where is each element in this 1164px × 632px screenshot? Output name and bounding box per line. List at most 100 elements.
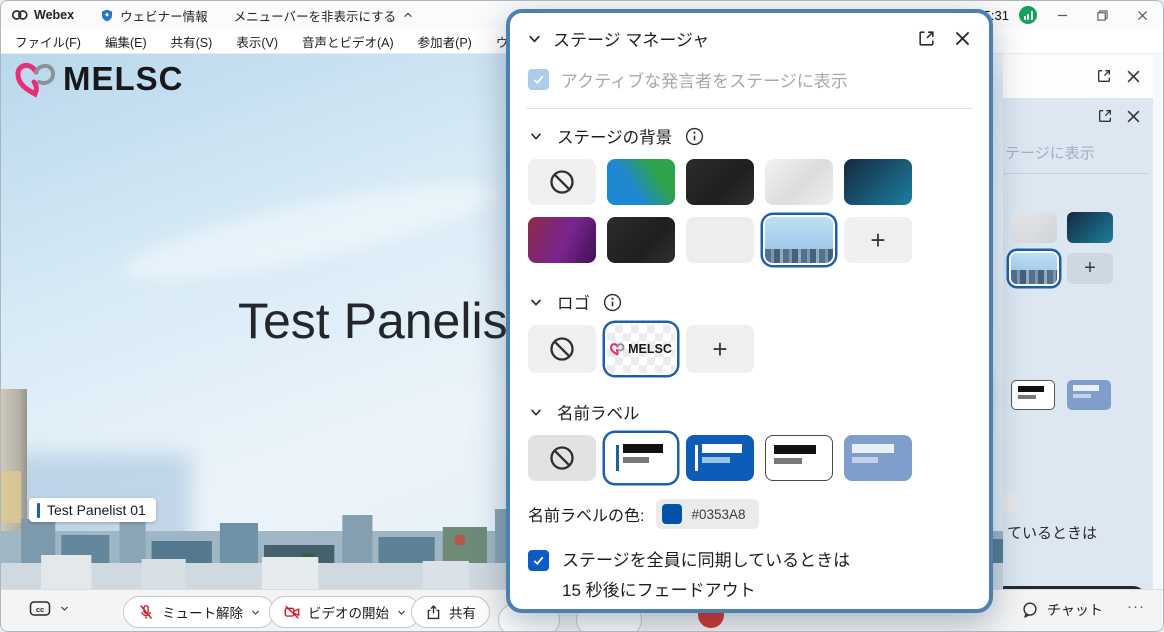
- bg-thumb-deepblue[interactable]: [844, 159, 912, 205]
- stage-brand-text: MELSC: [63, 60, 184, 98]
- melsc-heart-icon: [15, 59, 57, 99]
- dialog-header: ステージ マネージャ: [510, 13, 989, 57]
- chevron-down-icon: [59, 603, 70, 614]
- start-video-button[interactable]: ビデオの開始: [269, 596, 421, 628]
- chevron-down-icon[interactable]: [528, 404, 544, 420]
- docked-panel-header: [1003, 98, 1153, 134]
- bg-thumb-light[interactable]: [1011, 212, 1057, 243]
- logo-thumb-melsc-selected[interactable]: MELSC: [607, 325, 675, 373]
- logo-section-header: ロゴ: [510, 275, 989, 325]
- background-section-title: ステージの背景: [557, 124, 672, 148]
- share-button[interactable]: 共有: [411, 596, 490, 628]
- bg-thumb-deepblue[interactable]: [1067, 212, 1113, 243]
- unmute-button[interactable]: ミュート解除: [123, 596, 275, 628]
- menu-view[interactable]: 表示(V): [236, 32, 278, 51]
- menu-audio-video[interactable]: 音声とビデオ(A): [302, 32, 394, 51]
- chat-bubble-icon: [1021, 601, 1039, 619]
- bg-thumb-light-wave[interactable]: [765, 159, 833, 205]
- chevron-down-icon[interactable]: [250, 607, 261, 618]
- bg-thumb-purple[interactable]: [528, 217, 596, 263]
- chevron-down-icon[interactable]: [396, 607, 407, 618]
- name-label-style-2[interactable]: [686, 435, 754, 481]
- name-label-color-chip[interactable]: #0353A8: [656, 499, 758, 529]
- info-icon[interactable]: [685, 127, 704, 146]
- popout-icon[interactable]: [1096, 68, 1112, 84]
- chat-button[interactable]: チャット: [1021, 600, 1103, 620]
- app-name: Webex: [34, 8, 74, 22]
- app-window: Webex ウェビナー情報 メニューバーを非表示にする 05:31 ファイル(F…: [0, 0, 1164, 632]
- melsc-heart-icon: [610, 342, 625, 356]
- bg-thumb-city-selected[interactable]: [765, 217, 833, 263]
- menu-share[interactable]: 共有(S): [171, 32, 213, 51]
- bg-thumb-blue-green[interactable]: [607, 159, 675, 205]
- restore-button[interactable]: [1087, 3, 1117, 27]
- stage-manager-dialog: ステージ マネージャ アクティブな発言者をステージに表示 ステージの背景: [506, 9, 993, 613]
- bg-thumb-black[interactable]: [607, 217, 675, 263]
- docked-background-thumbs: +: [1003, 174, 1123, 284]
- webinar-info-button[interactable]: ウェビナー情報: [100, 6, 208, 25]
- speaker-name-text: Test Panelist: [238, 292, 521, 350]
- add-background-button[interactable]: +: [844, 217, 912, 263]
- start-video-label: ビデオの開始: [308, 602, 389, 622]
- window-right-margin: [1153, 54, 1164, 589]
- active-speaker-checkbox[interactable]: [528, 69, 549, 90]
- color-chip-fragment: [1003, 494, 1019, 511]
- hide-menubar-button[interactable]: メニューバーを非表示にする: [234, 6, 415, 25]
- logo-thumbs-row: MELSC +: [510, 325, 989, 385]
- share-label: 共有: [449, 602, 476, 622]
- closed-captions-icon: cc: [29, 600, 51, 617]
- bg-thumb-none[interactable]: [528, 159, 596, 205]
- side-panel-column: テージに表示 + ているときは ステージを全員に同期: [1003, 54, 1153, 589]
- dialog-title: ステージ マネージャ: [553, 26, 917, 51]
- logo-section-title: ロゴ: [557, 290, 590, 314]
- background-section-header: ステージの背景: [510, 109, 989, 159]
- name-label-style-3[interactable]: [765, 435, 833, 481]
- name-label-accent-bar: [37, 503, 40, 518]
- close-icon[interactable]: [1126, 69, 1141, 84]
- stage-manager-docked-panel: テージに表示 + ているときは ステージを全員に同期: [1003, 98, 1153, 589]
- name-label-style-1-selected[interactable]: [607, 435, 675, 481]
- bg-thumb-city-selected[interactable]: [1011, 253, 1057, 284]
- popout-icon[interactable]: [1097, 108, 1113, 124]
- chevron-down-icon[interactable]: [528, 128, 544, 144]
- chevron-down-icon[interactable]: [526, 30, 543, 47]
- background-thumbs-row2: +: [510, 217, 989, 275]
- more-options-button[interactable]: ···: [1127, 598, 1145, 615]
- mic-off-icon: [137, 603, 155, 621]
- docked-sync-partial: ているときは: [1007, 522, 1097, 543]
- menu-edit[interactable]: 編集(E): [105, 32, 147, 51]
- bg-thumb-light[interactable]: [686, 217, 754, 263]
- name-label-style-4[interactable]: [844, 435, 912, 481]
- logo-thumb-none[interactable]: [528, 325, 596, 373]
- name-label-color-label: 名前ラベルの色:: [528, 502, 644, 526]
- docked-active-speaker-partial: テージに表示: [1003, 134, 1153, 173]
- chevron-up-icon: [402, 9, 414, 21]
- bg-thumb-dark[interactable]: [686, 159, 754, 205]
- docked-name-label-thumbs: [1003, 284, 1153, 410]
- connection-quality-icon[interactable]: [1019, 6, 1037, 24]
- name-label-style-3[interactable]: [1011, 380, 1055, 410]
- active-speaker-label: アクティブな発言者をステージに表示: [561, 67, 848, 92]
- side-panel-header: [1003, 54, 1153, 98]
- menu-file[interactable]: ファイル(F): [15, 32, 81, 51]
- dialog-close-icon[interactable]: [954, 30, 971, 47]
- webex-logo-icon: [11, 8, 28, 22]
- sync-fadeout-checkbox[interactable]: [528, 550, 549, 571]
- add-background-button[interactable]: +: [1067, 253, 1113, 284]
- name-label-section-title: 名前ラベル: [557, 400, 640, 424]
- name-label-none[interactable]: [528, 435, 596, 481]
- minimize-button[interactable]: [1047, 3, 1077, 27]
- popout-icon[interactable]: [917, 29, 936, 48]
- cloud-streak: [119, 165, 502, 298]
- close-icon[interactable]: [1126, 109, 1141, 124]
- chevron-down-icon[interactable]: [528, 294, 544, 310]
- add-logo-button[interactable]: +: [686, 325, 754, 373]
- captions-button[interactable]: cc: [29, 600, 70, 617]
- window-close-button[interactable]: [1127, 3, 1157, 27]
- info-icon[interactable]: [603, 293, 622, 312]
- menu-participants[interactable]: 参加者(P): [418, 32, 472, 51]
- name-label-style-4[interactable]: [1067, 380, 1111, 410]
- logo-thumb-text: MELSC: [628, 342, 672, 356]
- name-label-text: Test Panelist 01: [47, 502, 146, 518]
- sync-stage-button[interactable]: ステージを全員に同期: [1003, 586, 1147, 589]
